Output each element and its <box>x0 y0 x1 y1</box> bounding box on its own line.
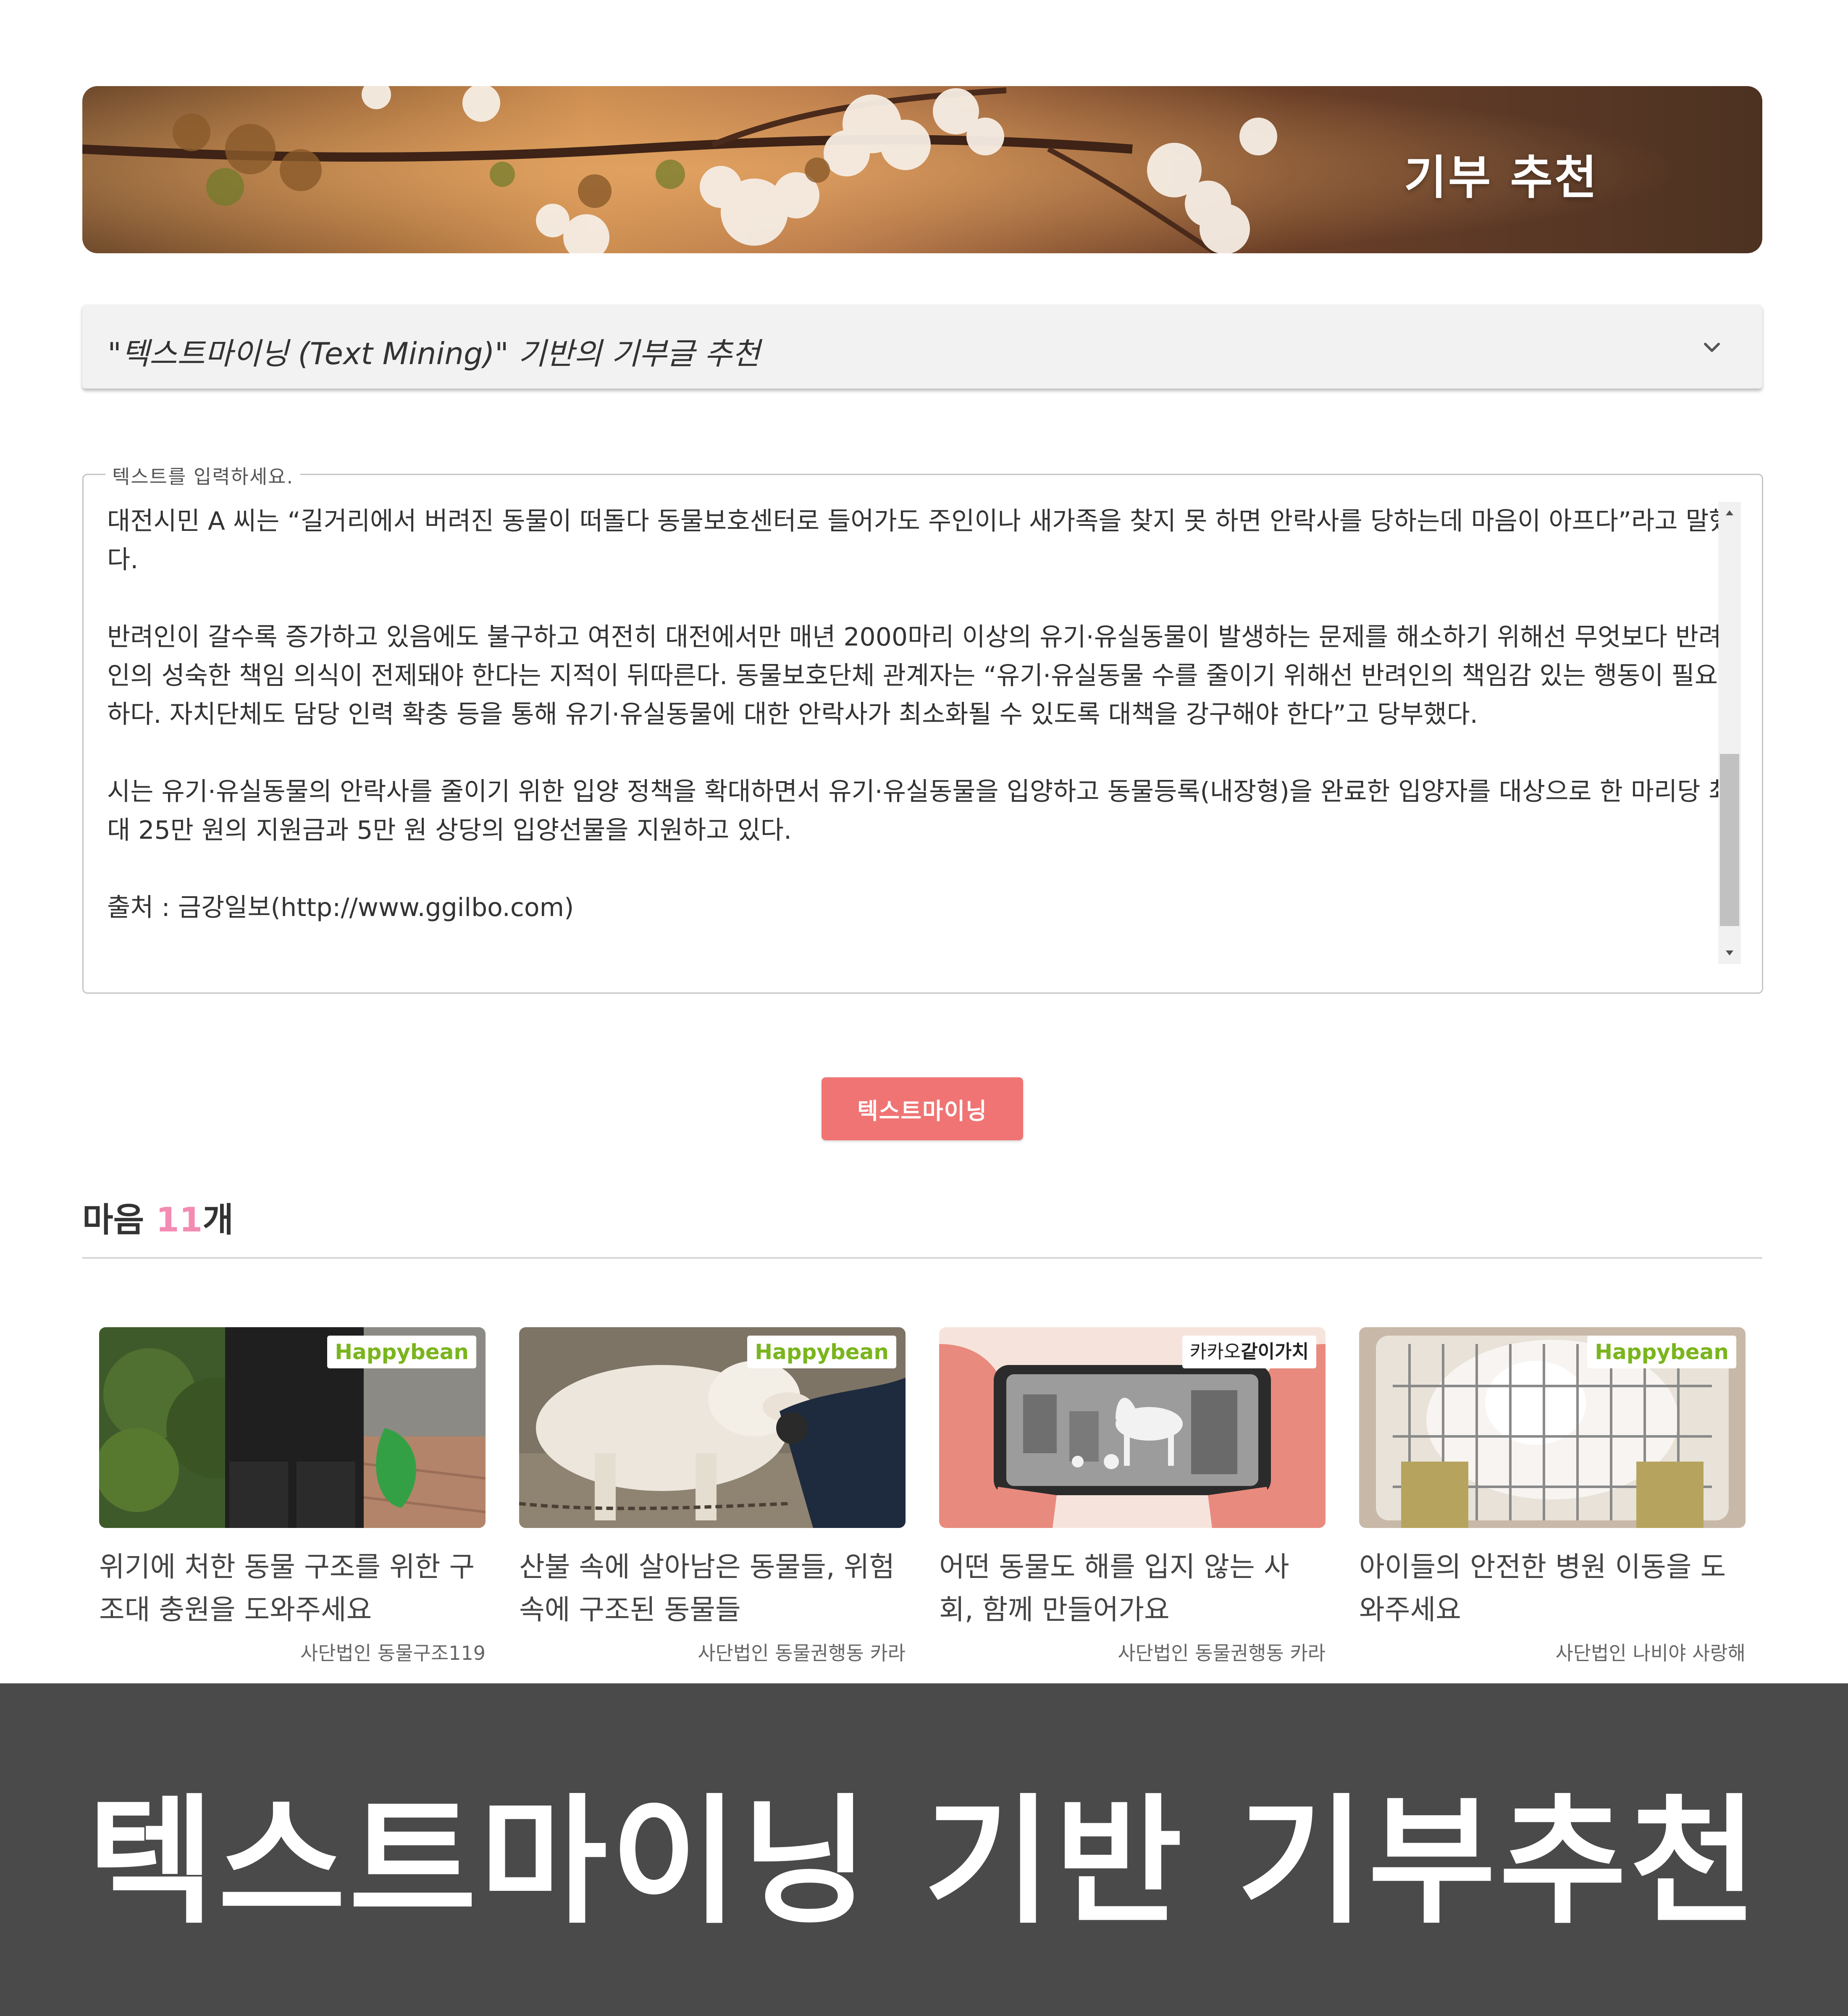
card-badge: 카카오같이가치 <box>1182 1336 1316 1368</box>
card-badge: Happybean <box>1587 1336 1736 1368</box>
card-organization: 사단법인 나비야 사랑해 <box>1555 1642 1746 1664</box>
caption-text: 텍스트마이닝 기반 기부추천 <box>87 1781 1761 1942</box>
divider <box>82 1257 1762 1259</box>
text-paragraph: 출처 : 금강일보(http://www.ggilbo.com) <box>107 893 574 922</box>
text-input-label: 텍스트를 입력하세요. <box>105 462 301 489</box>
text-mining-accordion[interactable]: "텍스트마이닝 (Text Mining)" 기반의 기부글 추천 <box>82 304 1762 388</box>
card-organization: 사단법인 동물구조119 <box>300 1642 486 1664</box>
result-count-heading: 마음 11개 <box>82 1193 234 1242</box>
card-organization: 사단법인 동물권행동 카라 <box>698 1642 906 1664</box>
triangle-up-icon[interactable] <box>1718 502 1741 525</box>
card-title[interactable]: 산불 속에 살아남은 동물들, 위험 속에 구조된 동물들 <box>519 1546 897 1631</box>
page: 기부 추천 "텍스트마이닝 (Text Mining)" 기반의 기부글 추천 … <box>0 0 1848 2016</box>
donation-card[interactable]: 카카오같이가치 어떤 동물도 해를 입지 않는 사회, 함께 만들어가요 사단법… <box>939 1327 1326 1664</box>
card-image[interactable]: 카카오같이가치 <box>939 1327 1326 1528</box>
card-image[interactable]: Happybean <box>99 1327 486 1528</box>
count-prefix: 마음 <box>82 1200 156 1239</box>
donation-card[interactable]: Happybean 산불 속에 살아남은 동물들, 위험 속에 구조된 동물들 … <box>519 1327 906 1664</box>
accordion-title: "텍스트마이닝 (Text Mining)" 기반의 기부글 추천 <box>108 336 760 371</box>
card-title[interactable]: 위기에 처한 동물 구조를 위한 구조대 충원을 도와주세요 <box>99 1546 477 1631</box>
card-badge: Happybean <box>747 1336 896 1368</box>
text-input-field[interactable]: 텍스트를 입력하세요. 대전시민 A 씨는 “길거리에서 버려진 동물이 떠돌다… <box>82 462 1763 994</box>
text-paragraph: 반려인이 갈수록 증가하고 있음에도 불구하고 여전히 대전에서만 매년 200… <box>107 622 1722 729</box>
hero-banner: 기부 추천 <box>82 86 1762 253</box>
donation-card[interactable]: Happybean 위기에 처한 동물 구조를 위한 구조대 충원을 도와주세요… <box>99 1327 486 1664</box>
card-badge-prefix: 카카오 <box>1189 1341 1241 1362</box>
result-count: 11 <box>156 1200 203 1239</box>
hero-title: 기부 추천 <box>1404 151 1599 205</box>
triangle-down-icon[interactable] <box>1718 941 1741 964</box>
count-suffix: 개 <box>202 1200 234 1239</box>
card-title[interactable]: 어떤 동물도 해를 입지 않는 사회, 함께 만들어가요 <box>939 1546 1317 1631</box>
card-badge-label: 같이가치 <box>1241 1341 1309 1362</box>
caption-banner: 텍스트마이닝 기반 기부추천 <box>0 1683 1848 2016</box>
text-mining-button[interactable]: 텍스트마이닝 <box>822 1077 1023 1140</box>
text-input-content[interactable]: 대전시민 A 씨는 “길거리에서 버려진 동물이 떠돌다 동물보호센터로 들어가… <box>107 502 1732 972</box>
vertical-scrollbar[interactable] <box>1718 502 1741 964</box>
scrollbar-thumb[interactable] <box>1720 754 1739 926</box>
card-title[interactable]: 아이들의 안전한 병원 이동을 도와주세요 <box>1359 1546 1737 1631</box>
text-paragraph: 시는 유기·유실동물의 안락사를 줄이기 위한 입양 정책을 확대하면서 유기·… <box>107 777 1732 845</box>
donation-card[interactable]: Happybean 아이들의 안전한 병원 이동을 도와주세요 사단법인 나비야… <box>1359 1327 1746 1664</box>
card-organization: 사단법인 동물권행동 카라 <box>1118 1642 1326 1664</box>
chevron-down-icon[interactable] <box>1699 335 1725 360</box>
card-image[interactable]: Happybean <box>519 1327 906 1528</box>
text-paragraph: 대전시민 A 씨는 “길거리에서 버려진 동물이 떠돌다 동물보호센터로 들어가… <box>107 507 1732 575</box>
card-badge: Happybean <box>327 1336 476 1368</box>
card-image[interactable]: Happybean <box>1359 1327 1746 1528</box>
